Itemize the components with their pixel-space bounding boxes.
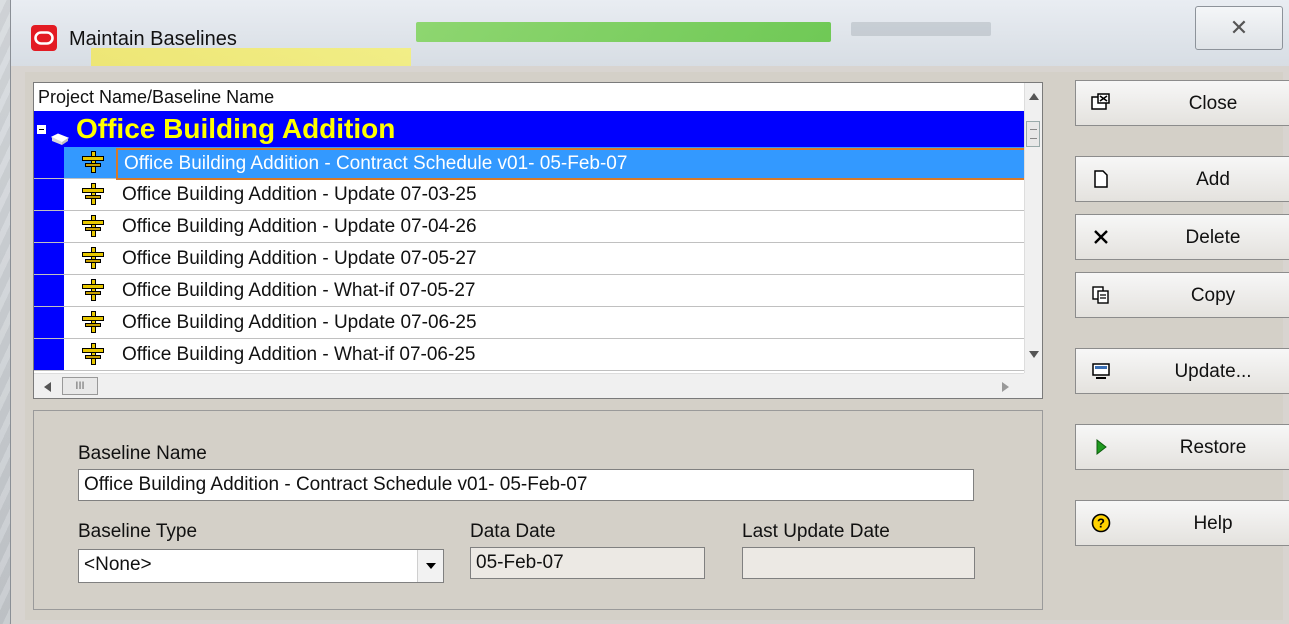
tree-indent: [34, 179, 64, 210]
baseline-row[interactable]: Office Building Addition - Update 07-06-…: [34, 307, 1026, 339]
baseline-row[interactable]: Office Building Addition - Update 07-03-…: [34, 179, 1026, 211]
help-button[interactable]: ? Help: [1075, 500, 1289, 546]
update-button-label: Update...: [1174, 361, 1252, 382]
svg-text:?: ?: [1097, 516, 1105, 531]
baseline-icon: [80, 151, 106, 179]
baseline-icon: [80, 183, 106, 211]
add-button[interactable]: Add: [1075, 156, 1289, 202]
baseline-rows: Office Building Addition - Contract Sche…: [34, 147, 1026, 373]
project-name: Office Building Addition: [76, 113, 396, 144]
restore-button[interactable]: Restore: [1075, 424, 1289, 470]
help-button-label: Help: [1193, 513, 1233, 534]
data-date-field[interactable]: 05-Feb-07: [470, 547, 705, 579]
collapse-icon[interactable]: [37, 125, 46, 134]
update-monitor-icon: [1090, 360, 1112, 382]
baseline-type-select[interactable]: <None>: [78, 549, 444, 583]
copy-icon: [1090, 284, 1112, 306]
scroll-up-icon[interactable]: [1029, 93, 1039, 100]
tree-indent: [34, 275, 64, 306]
baseline-row-label: Office Building Addition - What-if 07-05…: [122, 280, 476, 301]
dialog-client-area: Project Name/Baseline Name Office Buildi…: [25, 72, 1289, 620]
baseline-row-label: Office Building Addition - What-if 07-06…: [122, 344, 476, 365]
oracle-app-icon: [31, 25, 57, 51]
scrollbar-corner: [1024, 373, 1042, 398]
baseline-icon: [80, 247, 106, 275]
copy-button-label: Copy: [1190, 285, 1236, 306]
baseline-icon: [80, 279, 106, 307]
copy-button[interactable]: Copy: [1075, 272, 1289, 318]
baseline-row-label: Office Building Addition - Update 07-04-…: [122, 216, 477, 237]
column-header-project-baseline[interactable]: Project Name/Baseline Name: [34, 83, 1028, 111]
baseline-icon: [80, 215, 106, 243]
baseline-row-label: Office Building Addition - Update 07-05-…: [122, 248, 477, 269]
update-button[interactable]: Update...: [1075, 348, 1289, 394]
delete-button[interactable]: Delete: [1075, 214, 1289, 260]
background-title-text: [851, 22, 991, 36]
baseline-icon: [80, 343, 106, 371]
maintain-baselines-dialog: Maintain Baselines ✕ Project Name/Baseli…: [10, 0, 1289, 624]
baseline-list[interactable]: Project Name/Baseline Name Office Buildi…: [33, 82, 1043, 399]
baseline-row-label: Office Building Addition - Update 07-06-…: [122, 312, 477, 333]
baseline-row-label: Office Building Addition - Contract Sche…: [116, 148, 1026, 180]
restore-button-label: Restore: [1179, 437, 1247, 458]
tree-indent: [34, 307, 64, 338]
baseline-name-label: Baseline Name: [78, 443, 207, 464]
baseline-details-panel: Baseline Name Office Building Addition -…: [33, 410, 1043, 610]
baseline-type-label: Baseline Type: [78, 521, 198, 542]
help-icon: ?: [1090, 512, 1112, 534]
close-button-label: Close: [1188, 93, 1238, 114]
baseline-row[interactable]: Office Building Addition - What-if 07-05…: [34, 275, 1026, 307]
play-arrow-icon: [1090, 436, 1112, 458]
tree-indent: [34, 211, 64, 242]
project-row[interactable]: Office Building Addition: [34, 111, 1026, 147]
background-progress-bar: [416, 22, 831, 42]
vertical-scroll-thumb[interactable]: [1026, 121, 1040, 147]
new-document-icon: [1090, 168, 1112, 190]
delete-button-label: Delete: [1185, 227, 1241, 248]
close-icon: ✕: [1229, 15, 1249, 40]
baseline-row[interactable]: Office Building Addition - Update 07-04-…: [34, 211, 1026, 243]
baseline-row-label: Office Building Addition - Update 07-03-…: [122, 184, 477, 205]
scroll-left-icon[interactable]: [44, 382, 51, 392]
scroll-down-icon[interactable]: [1029, 351, 1039, 358]
baseline-row[interactable]: Office Building Addition - Update 07-05-…: [34, 243, 1026, 275]
window-close-button[interactable]: ✕: [1195, 6, 1283, 50]
baseline-row[interactable]: Office Building Addition - What-if 07-06…: [34, 339, 1026, 371]
tree-indent: [34, 147, 64, 178]
baseline-type-value: <None>: [84, 554, 152, 575]
horizontal-scroll-thumb[interactable]: III: [62, 377, 98, 395]
tree-indent: [34, 339, 64, 370]
last-update-date-field[interactable]: [742, 547, 975, 579]
tree-indent: [34, 243, 64, 274]
baseline-icon: [80, 311, 106, 339]
data-date-label: Data Date: [470, 521, 556, 542]
delete-x-icon: [1090, 226, 1112, 248]
chevron-down-icon[interactable]: [417, 550, 443, 582]
close-button[interactable]: Close: [1075, 80, 1289, 126]
window-title: Maintain Baselines: [69, 28, 237, 50]
close-window-icon: [1090, 92, 1112, 114]
baseline-row[interactable]: Office Building Addition - Contract Sche…: [34, 147, 1026, 180]
last-update-date-label: Last Update Date: [742, 521, 890, 542]
title-bar[interactable]: Maintain Baselines ✕: [11, 0, 1289, 66]
scroll-right-icon[interactable]: [1002, 382, 1009, 392]
add-button-label: Add: [1196, 169, 1230, 190]
horizontal-scrollbar[interactable]: III: [34, 373, 1026, 398]
baseline-name-field[interactable]: Office Building Addition - Contract Sche…: [78, 469, 974, 501]
vertical-scrollbar[interactable]: [1024, 83, 1042, 373]
